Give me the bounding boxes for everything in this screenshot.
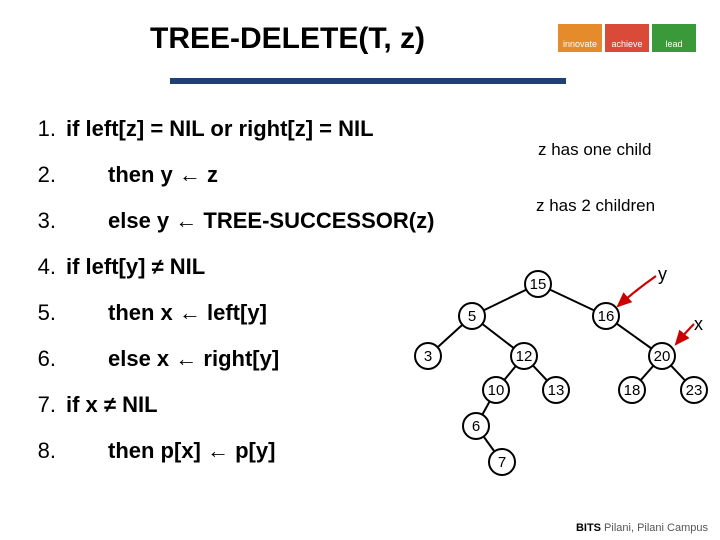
line-text: if x ≠ NIL <box>66 394 158 416</box>
annotation-one-child: z has one child <box>538 140 651 160</box>
line-text: else x ← right[y] <box>66 348 279 370</box>
line-text: if left[z] = NIL or right[z] = NIL <box>66 118 374 140</box>
code-line-4: 4. if left[y] ≠ NIL <box>26 256 434 278</box>
tree-node-20: 20 <box>648 342 676 370</box>
tree-node-6: 6 <box>462 412 490 440</box>
logo-block-innovate: innovate <box>558 24 602 52</box>
logo-block-achieve: achieve <box>605 24 649 52</box>
line-text: else y ← TREE-SUCCESSOR(z) <box>66 210 434 232</box>
tree-node-12: 12 <box>510 342 538 370</box>
line-text: then p[x] ← p[y] <box>66 440 275 462</box>
footer-bold: BITS <box>576 522 601 534</box>
tree-node-23: 23 <box>680 376 708 404</box>
tree-node-7: 7 <box>488 448 516 476</box>
code-line-1: 1. if left[z] = NIL or right[z] = NIL <box>26 118 434 140</box>
line-number: 2. <box>26 164 56 186</box>
line-text: then x ← left[y] <box>66 302 267 324</box>
brand-logo: innovate achieve lead <box>558 8 696 52</box>
line-number: 6. <box>26 348 56 370</box>
code-line-7: 7. if x ≠ NIL <box>26 394 434 416</box>
tree-node-16: 16 <box>592 302 620 330</box>
line-number: 4. <box>26 256 56 278</box>
line-number: 3. <box>26 210 56 232</box>
tree-node-15: 15 <box>524 270 552 298</box>
logo-block-lead: lead <box>652 24 696 52</box>
tree-node-13: 13 <box>542 376 570 404</box>
line-number: 1. <box>26 118 56 140</box>
bst-diagram: 15 5 16 3 12 20 10 13 18 23 6 7 y x <box>400 270 710 470</box>
arrow-to-y <box>618 276 656 306</box>
code-line-6: 6. else x ← right[y] <box>26 348 434 370</box>
page-title: TREE-DELETE(T, z) <box>150 22 425 56</box>
title-underline <box>170 78 566 84</box>
pseudocode-block: 1. if left[z] = NIL or right[z] = NIL 2.… <box>26 118 434 486</box>
arrow-to-x <box>676 324 694 344</box>
label-y: y <box>658 264 667 285</box>
tree-node-18: 18 <box>618 376 646 404</box>
code-line-2: 2. then y ← z <box>26 164 434 186</box>
line-number: 8. <box>26 440 56 462</box>
annotation-two-children: z has 2 children <box>536 196 655 216</box>
code-line-8: 8. then p[x] ← p[y] <box>26 440 434 462</box>
slide: TREE-DELETE(T, z) innovate achieve lead … <box>0 0 720 540</box>
label-x: x <box>694 314 703 335</box>
footer-credit: BITS Pilani, Pilani Campus <box>576 522 708 534</box>
footer-rest: Pilani, Pilani Campus <box>601 522 708 534</box>
line-number: 5. <box>26 302 56 324</box>
line-number: 7. <box>26 394 56 416</box>
line-text: then y ← z <box>66 164 218 186</box>
code-line-5: 5. then x ← left[y] <box>26 302 434 324</box>
tree-node-10: 10 <box>482 376 510 404</box>
tree-node-3: 3 <box>414 342 442 370</box>
tree-node-5: 5 <box>458 302 486 330</box>
code-line-3: 3. else y ← TREE-SUCCESSOR(z) <box>26 210 434 232</box>
line-text: if left[y] ≠ NIL <box>66 256 205 278</box>
